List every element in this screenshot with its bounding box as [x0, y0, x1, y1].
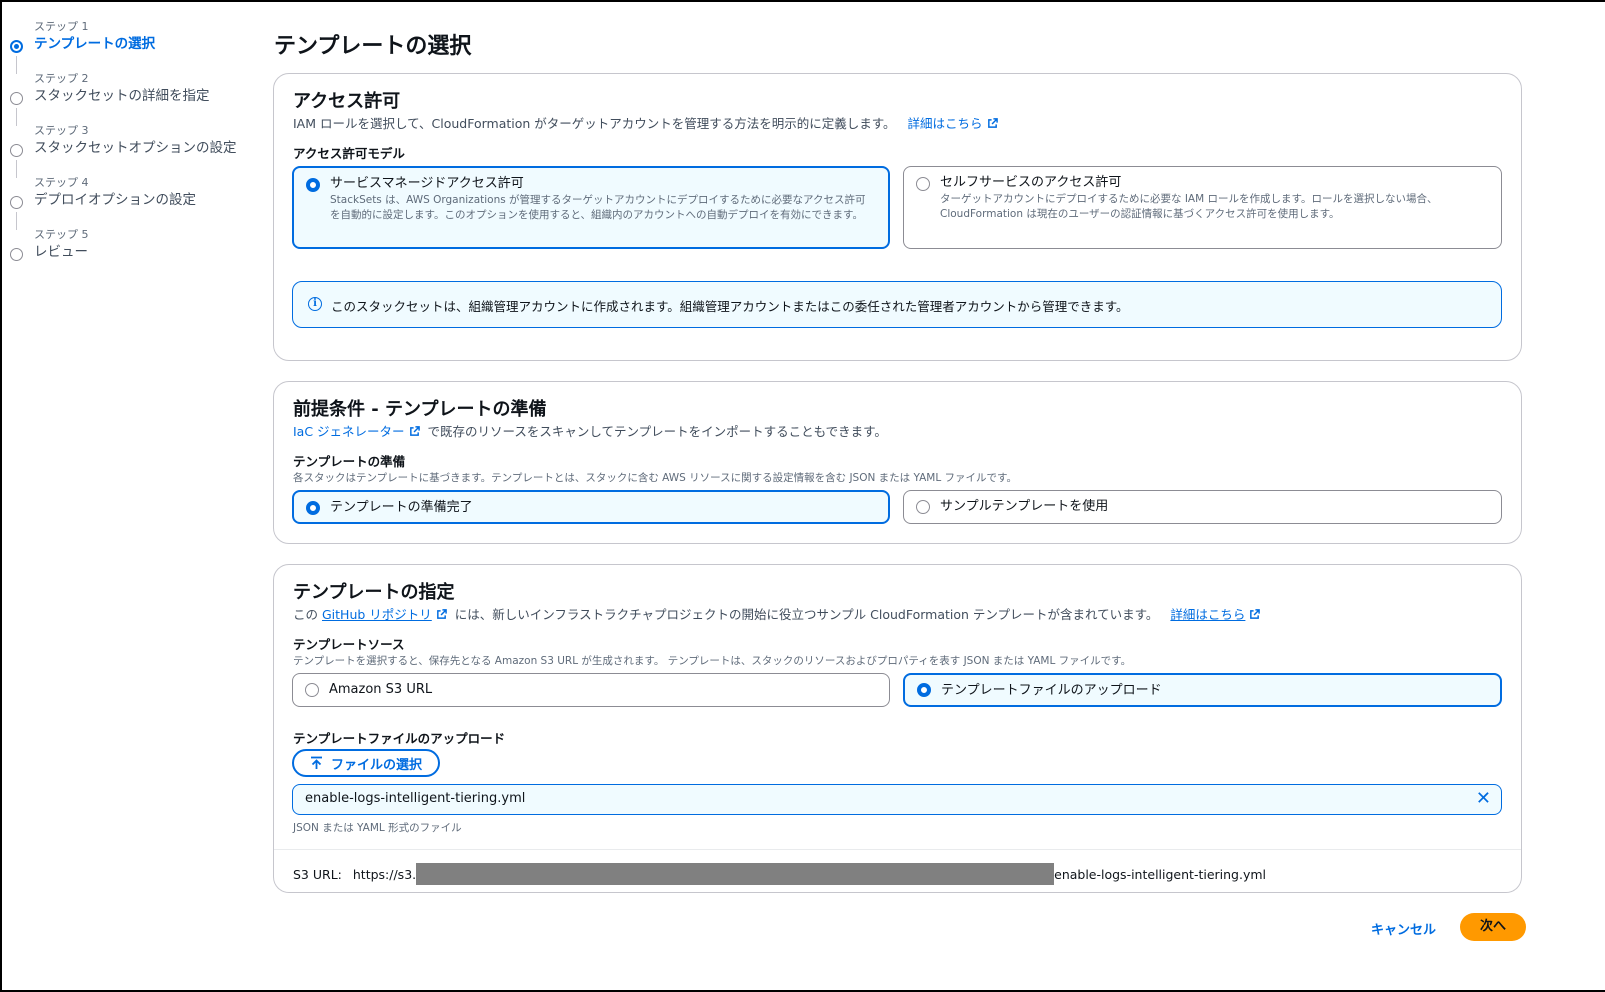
- radio-selected-icon: [917, 683, 931, 697]
- step-number: ステップ 4: [34, 176, 89, 189]
- step-number: ステップ 3: [34, 124, 89, 137]
- github-repo-link[interactable]: GitHub リポジトリ: [322, 607, 447, 622]
- step-pending-icon: [10, 144, 23, 157]
- file-format-hint: JSON または YAML 形式のファイル: [293, 822, 462, 834]
- option-title: セルフサービスのアクセス許可: [940, 175, 1122, 190]
- divider: [274, 849, 1521, 850]
- learn-more-label: 詳細はこちら: [1170, 607, 1246, 622]
- specify-template-panel: テンプレートの指定 この GitHub リポジトリ には、新しいインフラストラク…: [273, 564, 1522, 893]
- step-label: テンプレートの選択: [34, 36, 156, 52]
- wizard-steps: ステップ 1 テンプレートの選択 ステップ 2 スタックセットの詳細を指定 ステ…: [10, 20, 250, 280]
- external-link-icon: [1250, 609, 1261, 619]
- option-title: Amazon S3 URL: [329, 682, 433, 697]
- external-link-icon: [409, 426, 420, 436]
- info-alert: i このスタックセットは、組織管理アカウントに作成されます。組織管理アカウントま…: [292, 281, 1502, 328]
- access-description: IAM ロールを選択して、CloudFormation がターゲットアカウントを…: [293, 113, 998, 132]
- step-pending-icon: [10, 248, 23, 261]
- step-label: スタックセットの詳細を指定: [34, 88, 210, 104]
- spec-heading: テンプレートの指定: [293, 582, 455, 603]
- step-pending-icon: [10, 92, 23, 105]
- step-4: ステップ 4 デプロイオプションの設定: [10, 176, 250, 230]
- step-3: ステップ 3 スタックセットオプションの設定: [10, 124, 250, 178]
- file-name: enable-logs-intelligent-tiering.yml: [305, 791, 526, 806]
- spec-description: この GitHub リポジトリ には、新しいインフラストラクチャプロジェクトの開…: [293, 604, 1261, 623]
- prerequisite-panel: 前提条件 - テンプレートの準備 IaC ジェネレーター で既存のリソースをスキ…: [273, 381, 1522, 544]
- choose-file-button[interactable]: ファイルの選択: [292, 749, 441, 777]
- external-link-icon: [987, 118, 998, 128]
- option-description: ターゲットアカウントにデプロイするために必要な IAM ロールを作成します。ロー…: [940, 193, 1438, 220]
- option-title: テンプレートファイルのアップロード: [941, 683, 1162, 698]
- s3-url-row: S3 URL: https://s3. enable-logs-intellig…: [293, 863, 1266, 885]
- redacted-region: [416, 863, 1055, 885]
- selected-file-token: enable-logs-intelligent-tiering.yml ✕: [292, 784, 1502, 815]
- step-number: ステップ 2: [34, 72, 89, 85]
- external-link-icon: [436, 609, 447, 619]
- use-sample-template-option[interactable]: サンプルテンプレートを使用: [903, 490, 1502, 524]
- step-2: ステップ 2 スタックセットの詳細を指定: [10, 72, 250, 126]
- template-ready-option[interactable]: テンプレートの準備完了: [292, 490, 890, 524]
- iac-generator-label: IaC ジェネレーター: [293, 424, 405, 439]
- option-title: テンプレートの準備完了: [330, 500, 473, 515]
- info-icon: i: [308, 297, 322, 311]
- upload-file-label: テンプレートファイルのアップロード: [293, 731, 506, 746]
- step-5: ステップ 5 レビュー: [10, 228, 250, 280]
- access-permissions-panel: アクセス許可 IAM ロールを選択して、CloudFormation がターゲッ…: [273, 73, 1522, 361]
- s3-url-prefix: https://s3.: [352, 866, 417, 882]
- iac-generator-link[interactable]: IaC ジェネレーター: [293, 424, 420, 439]
- spec-desc-prefix: この: [293, 607, 319, 622]
- spec-learn-more-link[interactable]: 詳細はこちら: [1170, 607, 1261, 622]
- access-description-text: IAM ロールを選択して、CloudFormation がターゲットアカウントを…: [293, 116, 896, 131]
- step-label: レビュー: [34, 244, 88, 260]
- radio-selected-icon: [306, 501, 320, 515]
- step-label: スタックセットオプションの設定: [34, 140, 237, 156]
- radio-selected-icon: [306, 178, 320, 192]
- github-repo-label: GitHub リポジトリ: [322, 607, 432, 622]
- learn-more-label: 詳細はこちら: [907, 116, 983, 131]
- s3-url-label: S3 URL:: [293, 866, 342, 882]
- step-label: デプロイオプションの設定: [34, 192, 196, 208]
- prereq-description: IaC ジェネレーター で既存のリソースをスキャンしてテンプレートをインポートす…: [293, 421, 887, 440]
- step-pending-icon: [10, 196, 23, 209]
- amazon-s3-url-option[interactable]: Amazon S3 URL: [292, 673, 890, 707]
- service-managed-option[interactable]: サービスマネージドアクセス許可 StackSets は、AWS Organiza…: [292, 166, 890, 249]
- remove-file-icon[interactable]: ✕: [1476, 790, 1491, 808]
- step-1[interactable]: ステップ 1 テンプレートの選択: [10, 20, 250, 74]
- upload-icon: [311, 756, 322, 769]
- radio-unselected-icon: [916, 500, 930, 514]
- step-number: ステップ 5: [34, 228, 89, 241]
- prepare-template-label: テンプレートの準備: [293, 454, 406, 469]
- step-number: ステップ 1: [34, 20, 89, 33]
- option-title: サービスマネージドアクセス許可: [330, 176, 524, 191]
- choose-file-label: ファイルの選択: [331, 757, 423, 773]
- option-description: StackSets は、AWS Organizations が管理するターゲット…: [330, 194, 866, 221]
- self-service-option[interactable]: セルフサービスのアクセス許可 ターゲットアカウントにデプロイするために必要な I…: [903, 166, 1502, 249]
- page-title: テンプレートの選択: [274, 34, 472, 59]
- access-heading: アクセス許可: [293, 91, 401, 112]
- s3-url-suffix: enable-logs-intelligent-tiering.yml: [1054, 866, 1267, 882]
- next-button[interactable]: 次へ: [1460, 913, 1526, 941]
- permission-model-label: アクセス許可モデル: [293, 146, 405, 161]
- template-source-label: テンプレートソース: [293, 637, 405, 652]
- template-source-description: テンプレートを選択すると、保存先となる Amazon S3 URL が生成されま…: [293, 655, 1132, 667]
- upload-template-file-option[interactable]: テンプレートファイルのアップロード: [903, 673, 1502, 707]
- spec-desc-suffix: には、新しいインフラストラクチャプロジェクトの開始に役立つサンプル CloudF…: [454, 607, 1159, 622]
- cancel-button[interactable]: キャンセル: [1371, 919, 1436, 938]
- prepare-template-description: 各スタックはテンプレートに基づきます。テンプレートとは、スタックに含む AWS …: [293, 472, 1017, 484]
- info-text: このスタックセットは、組織管理アカウントに作成されます。組織管理アカウントまたは…: [331, 299, 1129, 314]
- step-current-icon: [10, 40, 23, 53]
- option-title: サンプルテンプレートを使用: [940, 499, 1109, 514]
- radio-unselected-icon: [916, 177, 930, 191]
- iac-description-text: で既存のリソースをスキャンしてテンプレートをインポートすることもできます。: [427, 424, 887, 439]
- prereq-heading: 前提条件 - テンプレートの準備: [293, 399, 547, 420]
- access-learn-more-link[interactable]: 詳細はこちら: [908, 116, 998, 131]
- radio-unselected-icon: [305, 683, 319, 697]
